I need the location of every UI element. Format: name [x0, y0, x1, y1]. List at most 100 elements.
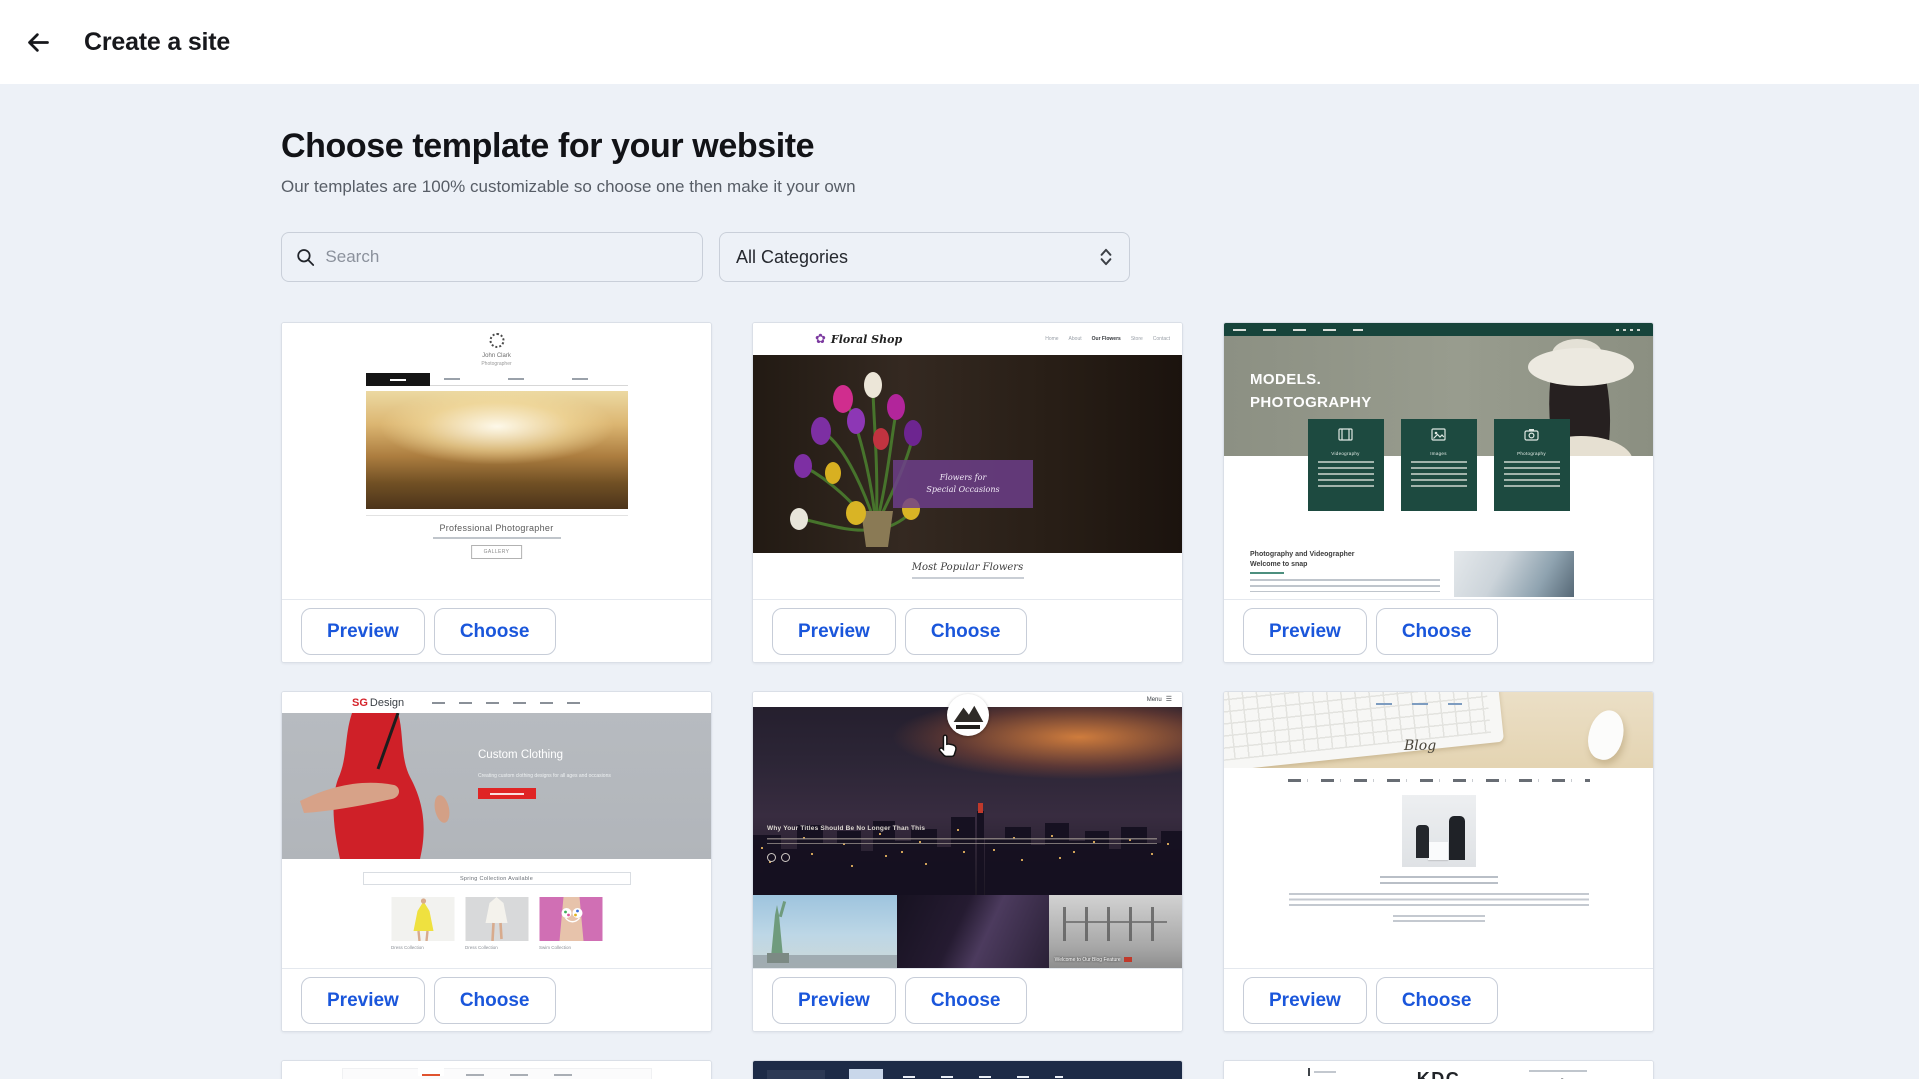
main-content: Choose template for your website Our tem… — [0, 84, 1919, 1079]
mini-section-subtitle-placeholder — [912, 577, 1024, 579]
mini-nav-item: Home — [1045, 336, 1058, 342]
template-card-blog[interactable]: Blog Preview Choose — [1223, 691, 1654, 1032]
flower-logo-icon: ✿ — [815, 331, 826, 347]
image-icon — [1431, 428, 1446, 441]
mini-paragraph-placeholder — [1289, 893, 1589, 908]
mini-hero-text-placeholder — [767, 838, 1157, 844]
mini-hero-overlay: Flowers for Special Occasions — [893, 460, 1033, 508]
card-actions: Preview Choose — [1224, 599, 1653, 663]
red-chip — [1124, 957, 1132, 962]
mini-menu-label: Menu — [1147, 697, 1162, 703]
template-preview-partial-navy — [753, 1061, 1182, 1079]
mini-active-tab — [849, 1069, 883, 1079]
preview-button[interactable]: Preview — [301, 608, 425, 655]
mini-navbar — [1224, 323, 1653, 336]
back-button[interactable] — [18, 22, 58, 62]
preview-button[interactable]: Preview — [772, 977, 896, 1024]
mini-nav-item: Contact — [1153, 336, 1170, 342]
category-select[interactable]: All Categories — [719, 232, 1130, 282]
mini-link-placeholder — [1250, 572, 1284, 574]
preview-button[interactable]: Preview — [1243, 977, 1367, 1024]
template-preview-travel-blog: Menu ☰ Why Your Titles Should Be No Long… — [753, 692, 1182, 968]
mini-nav-item: Store — [1131, 336, 1143, 342]
mini-brand-name: John Clark — [282, 353, 711, 359]
mini-active-tab — [422, 1074, 440, 1076]
mini-panel-text-placeholder — [1318, 461, 1374, 488]
mini-hero-text-line1: Flowers for — [940, 472, 987, 484]
preview-button[interactable]: Preview — [301, 977, 425, 1024]
mini-hero-sunset-field — [366, 391, 628, 509]
mini-nav-item: Our Flowers — [1092, 336, 1121, 342]
choose-button[interactable]: Choose — [434, 608, 556, 655]
search-box[interactable] — [281, 232, 703, 282]
search-input[interactable] — [325, 247, 688, 267]
template-card-kdc[interactable]: KDC Preview Choose — [1223, 1060, 1654, 1079]
mini-hero-title: Custom Clothing — [478, 749, 636, 761]
app-header: Create a site — [0, 0, 1919, 84]
figure-shape — [1449, 816, 1465, 860]
mini-brand-accent: SG — [352, 697, 368, 709]
mini-panel-images: Images — [1401, 419, 1477, 511]
mini-hero-text-line2: Special Occasions — [926, 484, 999, 496]
mini-thumb-white-dress — [465, 897, 528, 941]
mini-navy-header — [753, 1061, 1182, 1079]
mini-nav-items-placeholder — [903, 1076, 1063, 1078]
mini-thumb-swimwear — [539, 897, 602, 941]
preview-button[interactable]: Preview — [772, 608, 896, 655]
mini-hero-headline: Why Your Titles Should Be No Longer Than… — [767, 825, 1037, 832]
mini-panel-title: Images — [1401, 451, 1477, 456]
mini-hero-tulips: Flowers for Special Occasions — [753, 355, 1182, 553]
mini-hero-title-line2: PHOTOGRAPHY — [1250, 391, 1372, 414]
card-actions: Preview Choose — [282, 599, 711, 663]
mini-panel-title: Videography — [1308, 451, 1384, 456]
template-card-photographer[interactable]: John Clark Photographer Professional Pho… — [281, 322, 712, 663]
mini-thumb-label: Swim Collection — [539, 945, 602, 950]
mini-list-item — [1308, 1068, 1336, 1076]
choose-button[interactable]: Choose — [1376, 977, 1498, 1024]
mini-section-title: Most Popular Flowers — [753, 562, 1182, 573]
mini-feature-panels: Videography Images Photography — [1308, 419, 1570, 511]
mini-heading: Professional Photographer — [282, 523, 711, 533]
mouse-illustration — [1583, 707, 1628, 764]
mini-header: SG Design — [282, 692, 711, 713]
template-card-travel-blog[interactable]: Menu ☰ Why Your Titles Should Be No Long… — [752, 691, 1183, 1032]
mini-hero-red-dress: Custom Clothing Creating custom clothing… — [282, 713, 711, 859]
template-preview-sg-design: SG Design Custom Clothing Creating cust — [282, 692, 711, 968]
mini-body — [1224, 768, 1653, 968]
template-card-floral-shop[interactable]: ✿ Floral Shop Home About Our Flowers Sto… — [752, 322, 1183, 663]
mini-banner-keyboard: Blog — [1224, 692, 1653, 768]
choose-button[interactable]: Choose — [905, 977, 1027, 1024]
mini-gallery-button: GALLERY — [471, 545, 523, 559]
mini-hero-title: MODELS. PHOTOGRAPHY — [1250, 368, 1372, 415]
template-preview-partial-tabs — [282, 1061, 711, 1079]
mini-hero-subtitle: Creating custom clothing designs for all… — [478, 772, 636, 780]
mini-thumb-column: Dress Collection — [465, 897, 528, 950]
arrow-left-icon — [25, 29, 52, 56]
template-card-partial-tabs[interactable]: Preview Choose — [281, 1060, 712, 1079]
template-card-sg-design[interactable]: SG Design Custom Clothing Creating cust — [281, 691, 712, 1032]
mini-brand-role: Photographer — [282, 361, 711, 367]
template-card-partial-navy[interactable]: Preview Choose — [752, 1060, 1183, 1079]
preview-button[interactable]: Preview — [1243, 608, 1367, 655]
mini-brand-rest: Design — [370, 697, 404, 709]
choose-button[interactable]: Choose — [1376, 608, 1498, 655]
template-preview-floral-shop: ✿ Floral Shop Home About Our Flowers Sto… — [753, 323, 1182, 599]
mini-thumb-caption-text: Welcome to Our Blog Feature — [1055, 957, 1121, 963]
template-preview-kdc: KDC — [1224, 1061, 1653, 1079]
choose-button[interactable]: Choose — [434, 977, 556, 1024]
camera-icon — [1524, 428, 1539, 441]
mini-logo-placeholder — [767, 1070, 825, 1079]
mini-logo-text-placeholder — [956, 725, 980, 729]
mini-panel-title: Photography — [1494, 451, 1570, 456]
mountain-badge-logo — [947, 694, 989, 736]
mini-hero-copy: Custom Clothing Creating custom clothing… — [478, 749, 636, 799]
mini-gallery-thumbs: Welcome to Our Blog Feature — [753, 895, 1182, 968]
mini-top-links-placeholder — [1376, 703, 1462, 705]
hand-cursor-icon — [935, 732, 962, 762]
mini-cta-button — [478, 788, 536, 799]
mini-tabbar — [342, 1068, 652, 1079]
choose-button[interactable]: Choose — [905, 608, 1027, 655]
mini-office-photo — [1402, 795, 1476, 867]
mini-hero-title-line1: MODELS. — [1250, 368, 1372, 391]
template-card-models-photography[interactable]: MODELS. PHOTOGRAPHY Videography Images — [1223, 322, 1654, 663]
